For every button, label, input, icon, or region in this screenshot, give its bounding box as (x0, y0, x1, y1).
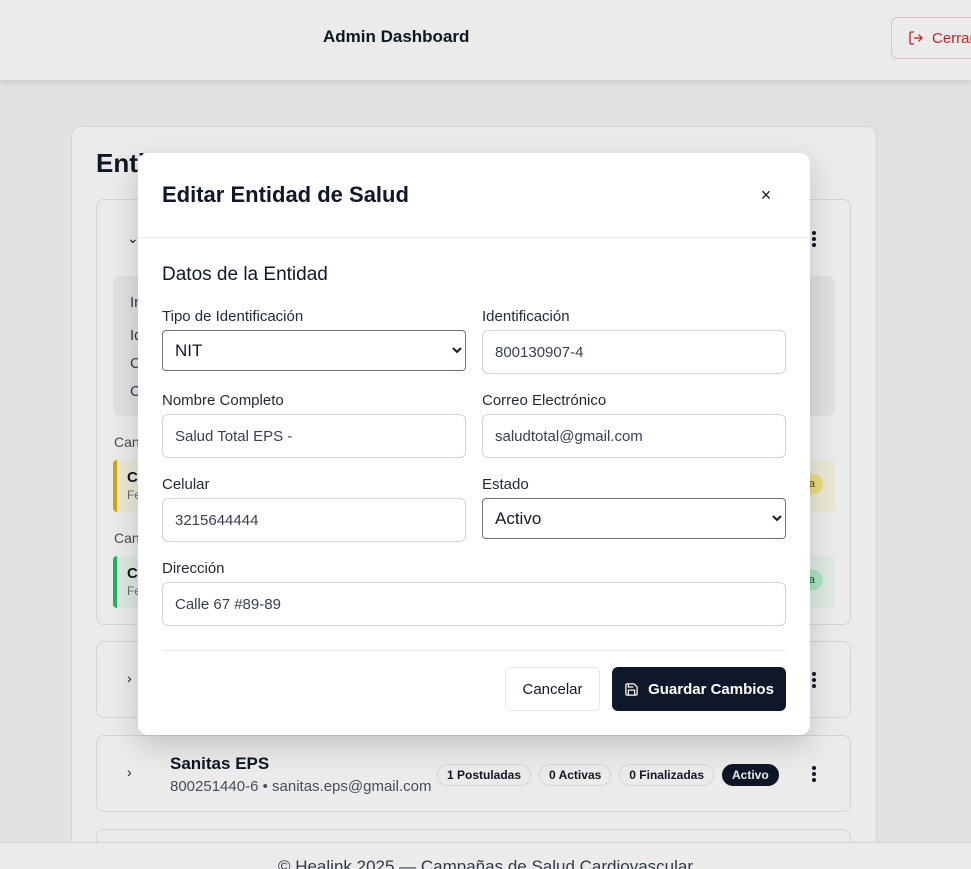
direccion-input[interactable] (162, 582, 786, 626)
field-label: Estado (482, 476, 529, 493)
field-label: Dirección (162, 560, 225, 577)
modal-title: Editar Entidad de Salud (162, 182, 409, 207)
tipo-identificacion-select[interactable]: NIT (162, 330, 466, 371)
modal-header: Editar Entidad de Salud × (138, 153, 810, 238)
nombre-input[interactable] (162, 414, 466, 458)
field-label: Nombre Completo (162, 392, 284, 409)
celular-field: Celular (162, 476, 466, 542)
direccion-field: Dirección (162, 560, 786, 626)
tipo-identificacion-field: Tipo de Identificación NIT (162, 308, 466, 371)
identificacion-input[interactable] (482, 330, 786, 374)
section-title: Datos de la Entidad (162, 264, 328, 285)
close-icon[interactable]: × (754, 183, 778, 207)
field-label: Celular (162, 476, 210, 493)
save-button[interactable]: Guardar Cambios (612, 667, 786, 711)
identificacion-field: Identificación (482, 308, 786, 374)
estado-select[interactable]: Activo (482, 498, 786, 539)
save-label: Guardar Cambios (648, 680, 774, 698)
correo-field: Correo Electrónico (482, 392, 786, 458)
cancel-button[interactable]: Cancelar (505, 667, 600, 711)
estado-field: Estado Activo (482, 476, 786, 539)
save-icon (625, 682, 638, 696)
email-input[interactable] (482, 414, 786, 458)
celular-input[interactable] (162, 498, 466, 542)
nombre-field: Nombre Completo (162, 392, 466, 458)
edit-entity-modal: Editar Entidad de Salud × Datos de la En… (138, 153, 810, 735)
footer-divider (162, 650, 786, 651)
field-label: Tipo de Identificación (162, 308, 304, 325)
field-label: Correo Electrónico (482, 392, 607, 409)
field-label: Identificación (482, 308, 570, 325)
